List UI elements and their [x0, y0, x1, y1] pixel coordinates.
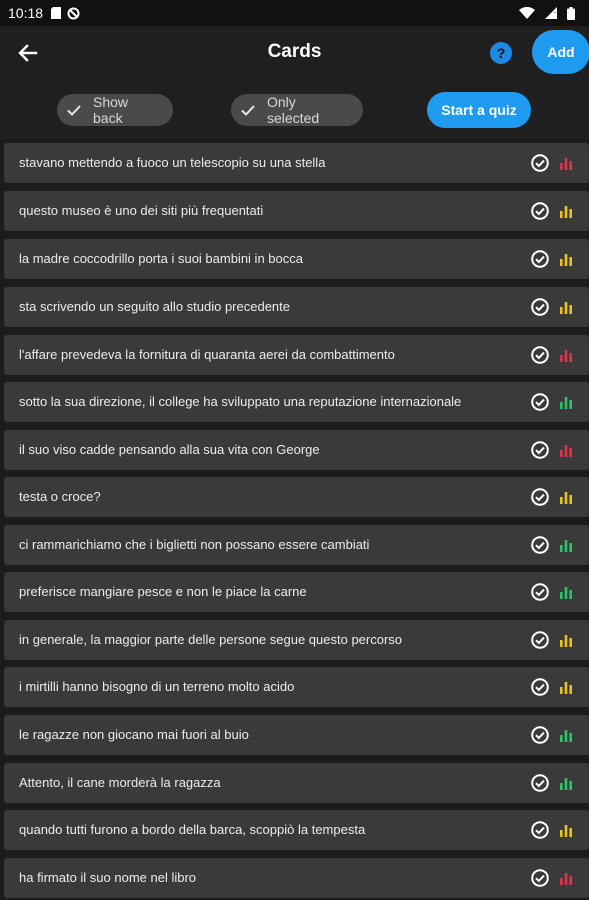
wifi-icon: [519, 7, 535, 19]
select-check-circle-icon[interactable]: [531, 488, 549, 506]
card-text: quando tutti furono a bordo della barca,…: [19, 822, 366, 837]
card-row[interactable]: testa o croce?: [4, 477, 589, 517]
card-row[interactable]: le ragazze non giocano mai fuori al buio: [4, 715, 589, 755]
add-button[interactable]: Add: [532, 30, 589, 74]
progress-bars-icon: [560, 349, 572, 362]
card-row[interactable]: sta scrivendo un seguito allo studio pre…: [4, 287, 589, 327]
progress-bars-icon: [560, 777, 572, 790]
card-row[interactable]: stavano mettendo a fuoco un telescopio s…: [4, 143, 589, 183]
progress-bars-icon: [560, 872, 572, 885]
progress-bars-icon: [560, 729, 572, 742]
progress-bars-icon: [560, 444, 572, 457]
progress-bars-icon: [560, 586, 572, 599]
card-row[interactable]: l'affare prevedeva la fornitura di quara…: [4, 335, 589, 375]
select-check-circle-icon[interactable]: [531, 393, 549, 411]
data-saver-icon: [67, 7, 80, 20]
card-text: ha firmato il suo nome nel libro: [19, 870, 197, 885]
start-quiz-button[interactable]: Start a quiz: [427, 92, 531, 128]
card-text: Attento, il cane morderà la ragazza: [19, 775, 221, 790]
card-text: testa o croce?: [19, 489, 101, 504]
check-icon: [241, 104, 255, 116]
show-back-toggle[interactable]: Show back: [57, 94, 173, 126]
select-check-circle-icon[interactable]: [531, 346, 549, 364]
help-icon: ?: [496, 45, 506, 61]
check-icon: [67, 104, 81, 116]
card-text: stavano mettendo a fuoco un telescopio s…: [19, 155, 326, 170]
select-check-circle-icon[interactable]: [531, 678, 549, 696]
card-text: le ragazze non giocano mai fuori al buio: [19, 727, 249, 742]
select-check-circle-icon[interactable]: [531, 869, 549, 887]
only-selected-label: Only selected: [267, 94, 320, 126]
select-check-circle-icon[interactable]: [531, 202, 549, 220]
progress-bars-icon: [560, 824, 572, 837]
select-check-circle-icon[interactable]: [531, 774, 549, 792]
status-bar: 10:18: [0, 0, 589, 26]
card-row[interactable]: sotto la sua direzione, il college ha sv…: [4, 382, 589, 422]
card-row[interactable]: i mirtilli hanno bisogno di un terreno m…: [4, 667, 589, 707]
show-back-label: Show back: [93, 94, 129, 126]
card-text: sotto la sua direzione, il college ha sv…: [19, 394, 462, 409]
card-text: questo museo è uno dei siti più frequent…: [19, 203, 264, 218]
progress-bars-icon: [560, 396, 572, 409]
card-row[interactable]: Attento, il cane morderà la ragazza: [4, 763, 589, 803]
progress-bars-icon: [560, 681, 572, 694]
signal-icon: [545, 7, 557, 19]
progress-bars-icon: [560, 253, 572, 266]
card-text: l'affare prevedeva la fornitura di quara…: [19, 347, 395, 362]
select-check-circle-icon[interactable]: [531, 726, 549, 744]
card-row[interactable]: quando tutti furono a bordo della barca,…: [4, 810, 589, 850]
card-text: sta scrivendo un seguito allo studio pre…: [19, 299, 291, 314]
card-text: il suo viso cadde pensando alla sua vita…: [19, 442, 320, 457]
progress-bars-icon: [560, 539, 572, 552]
card-row[interactable]: questo museo è uno dei siti più frequent…: [4, 191, 589, 231]
card-text: in generale, la maggior parte delle pers…: [19, 632, 403, 647]
card-row[interactable]: preferisce mangiare pesce e non le piace…: [4, 572, 589, 612]
select-check-circle-icon[interactable]: [531, 583, 549, 601]
select-check-circle-icon[interactable]: [531, 250, 549, 268]
app-bar: Cards ? Add: [0, 26, 589, 80]
select-check-circle-icon[interactable]: [531, 298, 549, 316]
card-row[interactable]: il suo viso cadde pensando alla sua vita…: [4, 430, 589, 470]
card-text: la madre coccodrillo porta i suoi bambin…: [19, 251, 303, 266]
progress-bars-icon: [560, 491, 572, 504]
only-selected-toggle[interactable]: Only selected: [231, 94, 363, 126]
select-check-circle-icon[interactable]: [531, 154, 549, 172]
select-check-circle-icon[interactable]: [531, 821, 549, 839]
card-text: ci rammarichiamo che i biglietti non pos…: [19, 537, 370, 552]
battery-icon: [567, 6, 575, 20]
status-time: 10:18: [8, 5, 44, 21]
card-row[interactable]: ci rammarichiamo che i biglietti non pos…: [4, 525, 589, 565]
card-row[interactable]: ha firmato il suo nome nel libro: [4, 858, 589, 898]
help-button[interactable]: ?: [490, 42, 512, 64]
card-row[interactable]: la madre coccodrillo porta i suoi bambin…: [4, 239, 589, 279]
card-row[interactable]: in generale, la maggior parte delle pers…: [4, 620, 589, 660]
progress-bars-icon: [560, 301, 572, 314]
card-text: i mirtilli hanno bisogno di un terreno m…: [19, 679, 295, 694]
progress-bars-icon: [560, 634, 572, 647]
sd-card-icon: [51, 7, 62, 19]
select-check-circle-icon[interactable]: [531, 631, 549, 649]
select-check-circle-icon[interactable]: [531, 536, 549, 554]
progress-bars-icon: [560, 157, 572, 170]
progress-bars-icon: [560, 205, 572, 218]
card-text: preferisce mangiare pesce e non le piace…: [19, 584, 307, 599]
select-check-circle-icon[interactable]: [531, 441, 549, 459]
